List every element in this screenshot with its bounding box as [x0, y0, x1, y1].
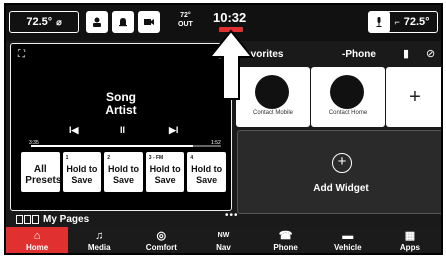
- previous-track-icon[interactable]: I◀: [69, 125, 78, 136]
- camera-button[interactable]: [138, 11, 160, 33]
- progress-bar[interactable]: [31, 145, 221, 147]
- passenger-climate-button[interactable]: ⌐ 72.5°: [386, 11, 438, 33]
- nav-phone[interactable]: ☎ Phone: [255, 227, 317, 253]
- seat-heat-icon: ⌀: [56, 16, 62, 27]
- preset-label: Hold to Save: [191, 163, 223, 185]
- expand-icon[interactable]: ⛶: [18, 49, 25, 60]
- favorite-label: Contact Home: [328, 110, 368, 116]
- presets-row: All Presets 1 Hold to Save 2 Hold to Save 3 -…: [21, 152, 226, 192]
- outside-temp-value: 72°: [180, 12, 191, 19]
- preset-number: 4: [190, 155, 194, 161]
- progress-fill: [31, 145, 193, 147]
- driver-climate-button[interactable]: 72.5° ⌀: [9, 11, 79, 33]
- add-favorite-button[interactable]: +: [386, 67, 441, 127]
- contact-avatar: [330, 75, 364, 109]
- comfort-icon: ◎: [156, 230, 167, 242]
- nav-media[interactable]: ♫ Media: [68, 227, 130, 253]
- favorites-source: -Phone: [342, 49, 376, 60]
- nav-label: Vehicle: [333, 243, 362, 252]
- camera-icon: [144, 19, 154, 25]
- preset-number: 1: [65, 155, 69, 161]
- microphone-icon: [376, 17, 382, 27]
- user-profile-button[interactable]: [86, 11, 108, 33]
- contact-avatar: [255, 75, 289, 109]
- driver-temp: 72.5°: [26, 16, 53, 28]
- all-presets-button[interactable]: All Presets: [21, 152, 62, 192]
- outside-temperature: 72° OUT: [178, 11, 193, 29]
- preset-label: All Presets: [25, 163, 62, 186]
- bottom-nav: ⌂ Home ♫ Media ◎ Comfort NW Nav ☎ Phone ▬ Vehicle ▦ A…: [6, 227, 441, 253]
- plus-icon: +: [409, 85, 421, 108]
- add-circle-icon: +: [332, 153, 352, 173]
- preset-label: Hold to Save: [66, 163, 98, 185]
- outside-temp-label: OUT: [178, 21, 193, 28]
- compass-icon: NW: [217, 232, 230, 239]
- passenger-seat-icon: ⌐: [394, 17, 400, 27]
- nav-label: Nav: [216, 243, 231, 252]
- nav-nav[interactable]: NW Nav: [192, 227, 254, 253]
- nav-apps[interactable]: ▦ Apps: [379, 227, 441, 253]
- pause-icon[interactable]: II: [120, 125, 125, 135]
- add-widget-label: Add Widget: [313, 183, 369, 194]
- notifications-button[interactable]: [112, 11, 134, 33]
- preset-button[interactable]: 3 - FM Hold to Save: [145, 152, 185, 192]
- home-icon: ⌂: [33, 230, 41, 242]
- favorite-label: Contact Mobile: [252, 110, 294, 116]
- artist-name: Artist: [105, 103, 137, 117]
- add-widget-button[interactable]: + Add Widget: [237, 130, 441, 214]
- favorite-contact-home[interactable]: Contact Home: [311, 67, 385, 127]
- apps-icon: ▦: [404, 230, 416, 242]
- nav-label: Home: [25, 243, 49, 252]
- next-track-icon[interactable]: ▶I: [169, 125, 178, 136]
- vehicle-icon: ▬: [342, 230, 354, 242]
- infotainment-screen: 72.5° ⌀ 72° OUT 10:32 ⌐ 72.5° ⛶ Song Art…: [4, 3, 443, 255]
- clock: 10:32: [213, 10, 247, 25]
- pointer-arrow-icon: [207, 29, 255, 100]
- phone-icon: ☎: [278, 230, 293, 242]
- nav-comfort[interactable]: ◎ Comfort: [130, 227, 192, 253]
- song-title: Song: [106, 90, 136, 104]
- remove-icon[interactable]: ⊘: [426, 47, 435, 60]
- preset-button[interactable]: 1 Hold to Save: [62, 152, 102, 192]
- nav-vehicle[interactable]: ▬ Vehicle: [317, 227, 379, 253]
- preset-button[interactable]: 2 Hold to Save: [104, 152, 143, 192]
- nav-label: Apps: [399, 243, 420, 252]
- page-indicator: •••: [225, 210, 239, 221]
- preset-button[interactable]: 4 Hold to Save: [187, 152, 226, 192]
- my-pages-label: My Pages: [43, 214, 90, 225]
- person-icon: [93, 17, 101, 27]
- pages-icon: [16, 215, 39, 224]
- nav-home[interactable]: ⌂ Home: [6, 227, 69, 253]
- music-icon: ♫: [95, 230, 104, 242]
- my-pages-button[interactable]: My Pages: [16, 214, 89, 225]
- preset-label: Hold to Save: [107, 163, 139, 185]
- nav-label: Phone: [273, 243, 298, 252]
- media-widget[interactable]: ⛶ Song Artist I◀ II ▶I 3:35 1:52 All Pre…: [10, 43, 232, 211]
- passenger-temp: 72.5°: [403, 16, 430, 28]
- nav-label: Comfort: [145, 243, 177, 252]
- preset-number: 3 - FM: [148, 155, 164, 161]
- preset-number: 2: [107, 155, 110, 161]
- nav-label: Media: [87, 243, 111, 252]
- battery-icon: ▮: [403, 48, 410, 60]
- bell-icon: [119, 18, 127, 27]
